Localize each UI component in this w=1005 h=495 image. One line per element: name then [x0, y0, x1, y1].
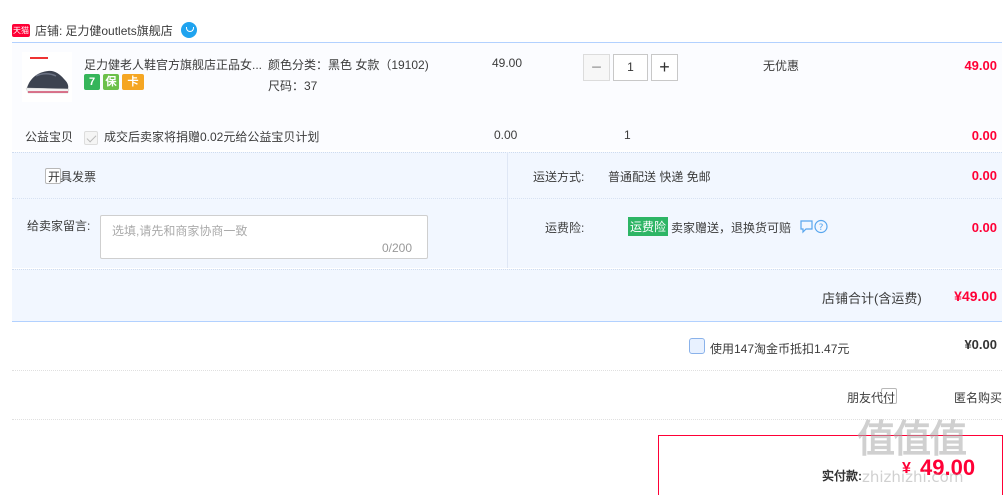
insurance-text: 卖家赠送，退换货可赔 — [671, 221, 792, 235]
sku-size: 尺码：37 — [268, 79, 318, 93]
item-subtotal: 49.00 — [964, 58, 997, 73]
options-divider — [507, 152, 508, 268]
tmall-badge-icon: 天猫 — [12, 23, 30, 37]
quantity-plus-button[interactable]: + — [651, 54, 678, 81]
unit-price: 49.00 — [492, 56, 523, 70]
charity-price: 0.00 — [494, 128, 518, 142]
sku-color: 颜色分类：黑色 女款（19102) — [268, 58, 429, 72]
insurance-fee: 0.00 — [971, 220, 997, 235]
options-row-divider — [12, 198, 1002, 199]
watermark-site: zhizhizhi.com — [862, 468, 964, 486]
anonymous-label[interactable]: 匿名购买 — [954, 389, 1002, 406]
shipping-label: 运送方式: — [533, 170, 585, 184]
charity-subtotal: 0.00 — [971, 128, 997, 143]
wangwang-chat-icon[interactable] — [180, 22, 197, 38]
quantity-input[interactable]: 1 — [613, 54, 648, 81]
guarantee-icon[interactable]: 保 — [103, 74, 119, 90]
shop-total-value: ¥49.00 — [954, 288, 997, 304]
taojinbi-checkbox[interactable] — [689, 338, 705, 354]
watermark-logo: 值值值 — [857, 417, 967, 461]
friend-pay-label[interactable]: 朋友代付 — [847, 389, 895, 406]
quantity-minus-button[interactable]: − — [583, 54, 610, 81]
shop-header: 天猫 店铺: 足力健outlets旗舰店 — [12, 20, 197, 40]
seven-day-return-icon[interactable]: 7 — [84, 74, 100, 90]
divider-1 — [12, 370, 1002, 371]
charity-checkbox — [84, 131, 98, 145]
actual-pay-label: 实付款: — [822, 469, 862, 483]
quantity-stepper: − 1 + — [583, 54, 678, 81]
insurance-help-icon[interactable]: ? — [800, 219, 830, 234]
memo-label: 给卖家留言: — [27, 219, 91, 233]
shop-total-label: 店铺合计(含运费) — [822, 291, 922, 306]
divider-2 — [12, 419, 1002, 420]
shop-name-link[interactable]: 足力健outlets旗舰店 — [65, 22, 172, 39]
memo-placeholder: 选填,请先和商家协商一致 — [112, 224, 248, 238]
charity-label: 公益宝贝 — [25, 130, 74, 144]
svg-text:?: ? — [819, 223, 824, 233]
invoice-label[interactable]: 开具发票 — [48, 168, 96, 185]
service-icons: 7 保 卡 — [84, 74, 144, 90]
credit-card-icon[interactable]: 卡 — [122, 74, 144, 90]
charity-text: 成交后卖家将捐赠0.02元给公益宝贝计划 — [104, 130, 320, 144]
taojinbi-text[interactable]: 使用147淘金币抵扣1.47元 — [710, 340, 849, 357]
shipping-method[interactable]: 普通配送 快递 免邮 — [608, 168, 711, 185]
shop-label: 店铺: — [35, 23, 63, 38]
insurance-label: 运费险: — [545, 221, 585, 235]
discount-text: 无优惠 — [763, 59, 800, 73]
shipping-fee: 0.00 — [971, 168, 997, 183]
product-thumbnail-shoe-icon[interactable] — [22, 52, 72, 102]
insurance-tag: 运费险 — [628, 217, 669, 236]
charity-quantity: 1 — [624, 128, 631, 142]
product-title-link[interactable]: 足力健老人鞋官方旗舰店正品女... — [84, 56, 262, 73]
taojinbi-value: ¥0.00 — [964, 337, 997, 352]
memo-char-count: 0/200 — [382, 241, 413, 255]
